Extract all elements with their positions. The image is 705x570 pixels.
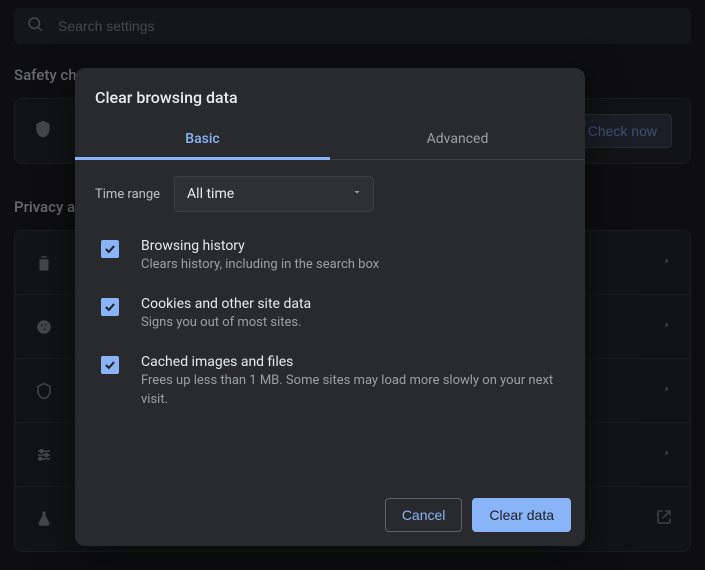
time-range-value: All time	[187, 186, 234, 202]
dialog-tabs: Basic Advanced	[75, 121, 585, 160]
cbd-sub: Clears history, including in the search …	[141, 256, 561, 274]
cbd-item-cache: Cached images and files Frees up less th…	[95, 346, 565, 422]
cbd-item-cookies: Cookies and other site data Signs you ou…	[95, 288, 565, 346]
time-range-label: Time range	[95, 187, 160, 202]
cbd-item-browsing-history: Browsing history Clears history, includi…	[95, 230, 565, 288]
tab-basic[interactable]: Basic	[75, 121, 330, 159]
checkbox-browsing-history[interactable]	[101, 240, 119, 258]
clear-data-button[interactable]: Clear data	[472, 498, 571, 532]
cancel-button[interactable]: Cancel	[385, 498, 463, 532]
dialog-footer: Cancel Clear data	[75, 488, 585, 546]
time-range-select[interactable]: All time	[174, 176, 374, 212]
dialog-body: Time range All time Browsing history Cle…	[75, 160, 585, 488]
checkbox-cookies[interactable]	[101, 298, 119, 316]
tab-advanced[interactable]: Advanced	[330, 121, 585, 159]
cbd-sub: Signs you out of most sites.	[141, 314, 561, 332]
chevron-down-icon	[351, 186, 363, 202]
time-range-row: Time range All time	[95, 176, 565, 212]
clear-browsing-data-dialog: Clear browsing data Basic Advanced Time …	[75, 68, 585, 546]
cbd-sub: Frees up less than 1 MB. Some sites may …	[141, 372, 561, 408]
checkbox-cache[interactable]	[101, 356, 119, 374]
cbd-title: Browsing history	[141, 238, 565, 254]
cbd-title: Cached images and files	[141, 354, 565, 370]
cbd-title: Cookies and other site data	[141, 296, 565, 312]
dialog-title: Clear browsing data	[75, 68, 585, 121]
